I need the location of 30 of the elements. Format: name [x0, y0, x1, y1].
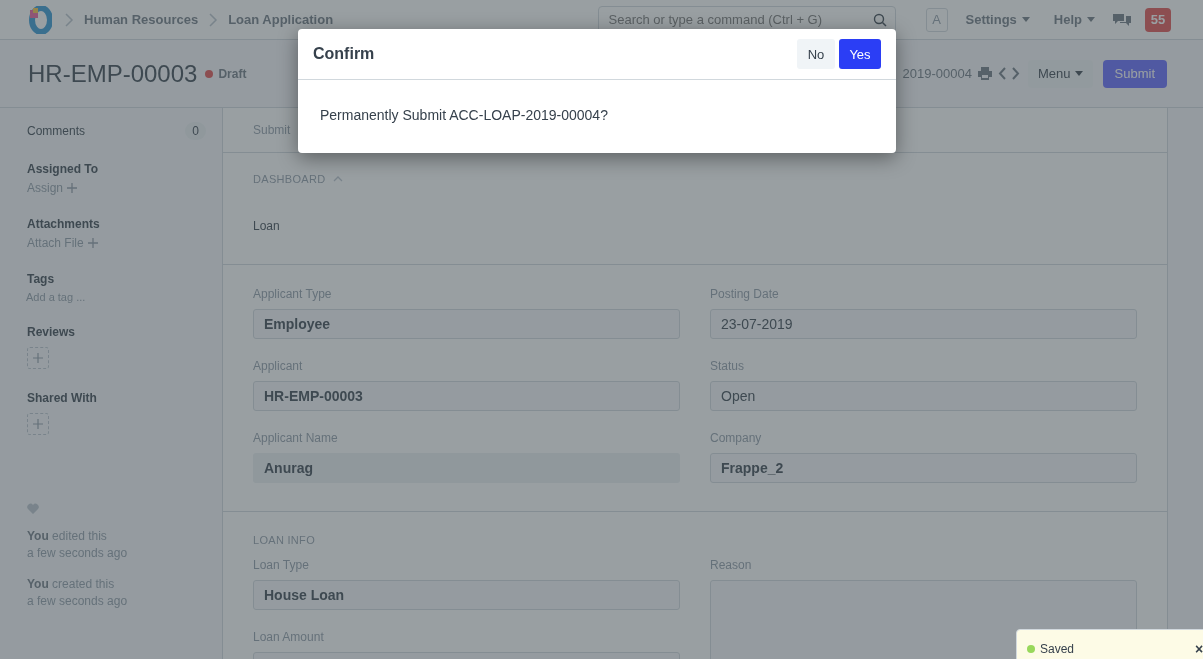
comments-label[interactable]: Comments: [27, 124, 85, 138]
section-heading: Shared With: [27, 391, 98, 405]
page-title: HR-EMP-00003: [28, 59, 198, 88]
notification-badge[interactable]: 55: [1145, 7, 1171, 32]
submit-button[interactable]: Submit: [1102, 59, 1167, 88]
input-field[interactable]: Frappe_2: [710, 453, 1137, 483]
breadcrumb-link[interactable]: Human Resources: [84, 12, 199, 27]
document-name: 2019-00004: [902, 66, 972, 81]
toast-message: Saved: [1040, 642, 1075, 656]
comment-count: 0: [185, 122, 206, 140]
input-field[interactable]: 23-07-2019: [710, 309, 1137, 339]
input-field[interactable]: Open: [710, 381, 1137, 411]
nav-menu[interactable]: Help: [1047, 12, 1101, 27]
section-heading: Reviews: [27, 325, 77, 339]
section-heading: Tags: [27, 272, 56, 286]
section-heading: Assigned To: [27, 162, 100, 176]
section-heading: Attachments: [27, 217, 101, 231]
dialog-message: Permanently Submit ACC-LOAP-2019-00004?: [319, 106, 609, 125]
dialog-title: Confirm: [313, 45, 375, 63]
cancel-button[interactable]: No: [797, 39, 835, 69]
input-field: Anurag: [253, 453, 680, 483]
nav-menu[interactable]: Settings: [959, 12, 1036, 27]
breadcrumb-link[interactable]: Loan Application: [228, 12, 334, 27]
dashboard-link[interactable]: Loan: [253, 219, 1137, 233]
close-button[interactable]: ×: [1195, 641, 1203, 657]
status-label: Draft: [218, 66, 247, 81]
input-field[interactable]: House Loan: [253, 580, 680, 610]
confirm-button[interactable]: Yes: [839, 39, 881, 69]
input-field[interactable]: Employee: [253, 309, 680, 339]
input-field[interactable]: HR-EMP-00003: [253, 381, 680, 411]
